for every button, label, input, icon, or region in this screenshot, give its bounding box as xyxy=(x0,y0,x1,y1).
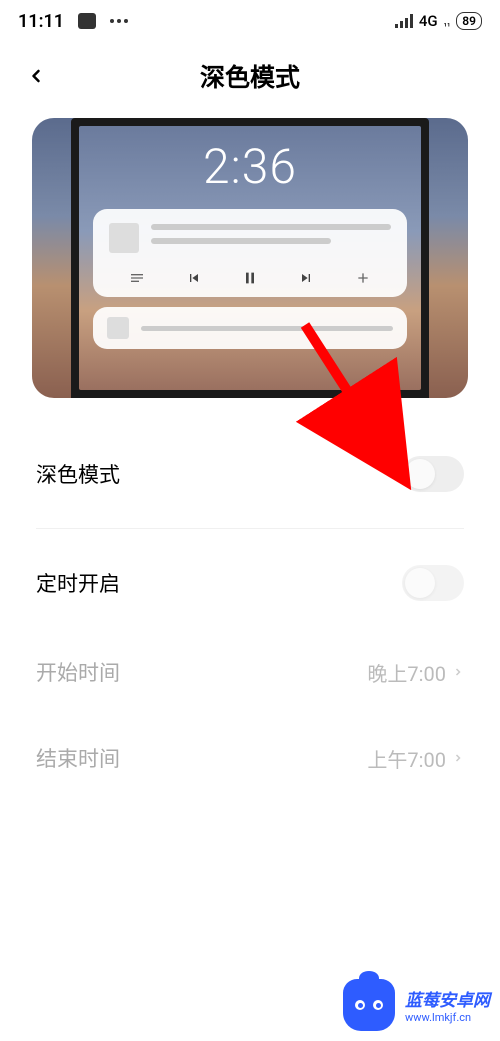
watermark-title: 蓝莓安卓网 xyxy=(405,986,490,1011)
plus-icon xyxy=(354,269,372,287)
start-time-text: 晚上7:00 xyxy=(367,658,446,687)
more-icon xyxy=(110,19,128,23)
status-time: 11:11 xyxy=(18,11,64,32)
message-icon xyxy=(78,13,96,29)
status-bar: 11:11 4G ₁₁ 89 xyxy=(0,0,500,42)
preview-thumbnail xyxy=(107,317,129,339)
network-sub: ₁₁ xyxy=(444,18,451,28)
preview-text-line xyxy=(141,326,393,331)
preview-screen: 2:36 xyxy=(79,126,421,390)
next-icon xyxy=(297,269,315,287)
end-time-value: 上午7:00 xyxy=(367,744,464,773)
preview-notification-card xyxy=(93,307,407,349)
previous-icon xyxy=(185,269,203,287)
pause-icon xyxy=(241,269,259,287)
back-button[interactable] xyxy=(24,64,48,88)
preview-clock: 2:36 xyxy=(93,138,407,195)
end-time-text: 上午7:00 xyxy=(367,744,446,773)
end-time-row[interactable]: 结束时间 上午7:00 xyxy=(36,715,464,801)
watermark: 蓝莓安卓网 www.lmkjf.cn xyxy=(343,979,490,1031)
signal-icon xyxy=(395,14,413,28)
preview-media-controls xyxy=(109,261,391,287)
page-header: 深色模式 xyxy=(0,42,500,118)
scheduled-row: 定时开启 xyxy=(36,537,464,629)
end-time-label: 结束时间 xyxy=(36,743,120,773)
preview-media-card xyxy=(93,209,407,297)
chevron-left-icon xyxy=(26,66,46,86)
settings-list: 深色模式 定时开启 开始时间 晚上7:00 结束时间 上午7:00 xyxy=(0,428,500,801)
page-title: 深色模式 xyxy=(24,58,476,94)
scheduled-toggle[interactable] xyxy=(402,565,464,601)
preview-text-line xyxy=(151,238,331,244)
playlist-icon xyxy=(128,269,146,287)
network-type: 4G xyxy=(419,12,438,30)
chevron-right-icon xyxy=(452,750,464,766)
dark-mode-toggle[interactable] xyxy=(402,456,464,492)
start-time-row[interactable]: 开始时间 晚上7:00 xyxy=(36,629,464,715)
watermark-logo-icon xyxy=(343,979,395,1031)
preview-phone-frame: 2:36 xyxy=(71,118,429,398)
watermark-url: www.lmkjf.cn xyxy=(405,1011,490,1024)
battery-indicator: 89 xyxy=(456,12,482,30)
start-time-label: 开始时间 xyxy=(36,657,120,687)
dark-mode-row: 深色模式 xyxy=(36,428,464,520)
preview-text-line xyxy=(151,224,391,230)
status-left: 11:11 xyxy=(18,11,128,32)
chevron-right-icon xyxy=(452,664,464,680)
theme-preview: 2:36 xyxy=(32,118,468,398)
divider xyxy=(36,528,464,529)
dark-mode-label: 深色模式 xyxy=(36,459,120,489)
status-right: 4G ₁₁ 89 xyxy=(395,12,482,30)
preview-thumbnail xyxy=(109,223,139,253)
scheduled-label: 定时开启 xyxy=(36,568,120,598)
start-time-value: 晚上7:00 xyxy=(367,658,464,687)
